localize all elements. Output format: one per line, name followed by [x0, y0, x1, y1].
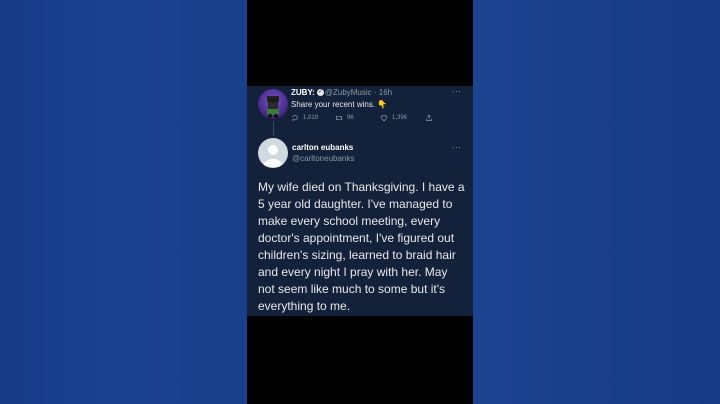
- thread-connector: [273, 121, 274, 136]
- tweet2-more-icon[interactable]: ···: [452, 142, 461, 152]
- verified-badge-icon: ✓: [316, 89, 324, 97]
- tweet2-text: My wife died on Thanksgiving. I have a 5…: [258, 179, 468, 315]
- share-icon: [426, 114, 432, 121]
- tweet1-handle[interactable]: @ZubyMusic: [325, 88, 372, 97]
- tweet1-time[interactable]: 16h: [379, 88, 392, 97]
- tweet2-line: not seem like much to some but it's: [258, 282, 446, 296]
- tweet2-line: 5 year old daughter. I've managed to: [258, 197, 453, 211]
- video-frame: ZUBY: ✓ @ZubyMusic · 16h ··· Share your re…: [247, 0, 473, 404]
- tweet2-line: make every school meeting, every: [258, 214, 441, 228]
- like-button[interactable]: 1,396: [380, 114, 407, 122]
- tweet1-more-icon[interactable]: ···: [452, 86, 461, 96]
- reply-count: 1,019: [303, 115, 319, 121]
- tweet2-line: doctor's appointment, I've figured out: [258, 231, 455, 245]
- tweet2-author-name[interactable]: carlton eubanks: [292, 143, 353, 152]
- like-count: 1,396: [392, 115, 408, 121]
- tweet2-line: and every night I pray with her. May: [258, 265, 448, 279]
- reply-icon: [292, 115, 298, 122]
- tweet1-actions: 1,019 96 1,396: [291, 114, 441, 124]
- tweet1-header: ZUBY: ✓ @ZubyMusic · 16h: [291, 88, 392, 97]
- zuby-avatar[interactable]: [258, 89, 288, 119]
- heart-icon: [380, 115, 388, 122]
- tweet2-handle[interactable]: @carltoneubanks: [292, 154, 354, 163]
- retweet-button[interactable]: 96: [335, 114, 354, 122]
- tweet1-author-name[interactable]: ZUBY:: [291, 88, 315, 97]
- reply-button[interactable]: 1,019: [291, 114, 318, 122]
- tweet2-line: children's sizing, learned to braid hair: [258, 248, 456, 262]
- retweet-icon: [335, 115, 343, 121]
- tweet1-text: Share your recent wins. 👇: [291, 100, 388, 109]
- tweet2-line: My wife died on Thanksgiving. I have a: [258, 180, 465, 194]
- tweet1-separator: ·: [373, 88, 377, 97]
- share-button[interactable]: [425, 114, 433, 122]
- carlton-avatar[interactable]: [258, 138, 288, 168]
- retweet-count: 96: [347, 115, 354, 121]
- tweet2-line: everything to me.: [258, 299, 351, 313]
